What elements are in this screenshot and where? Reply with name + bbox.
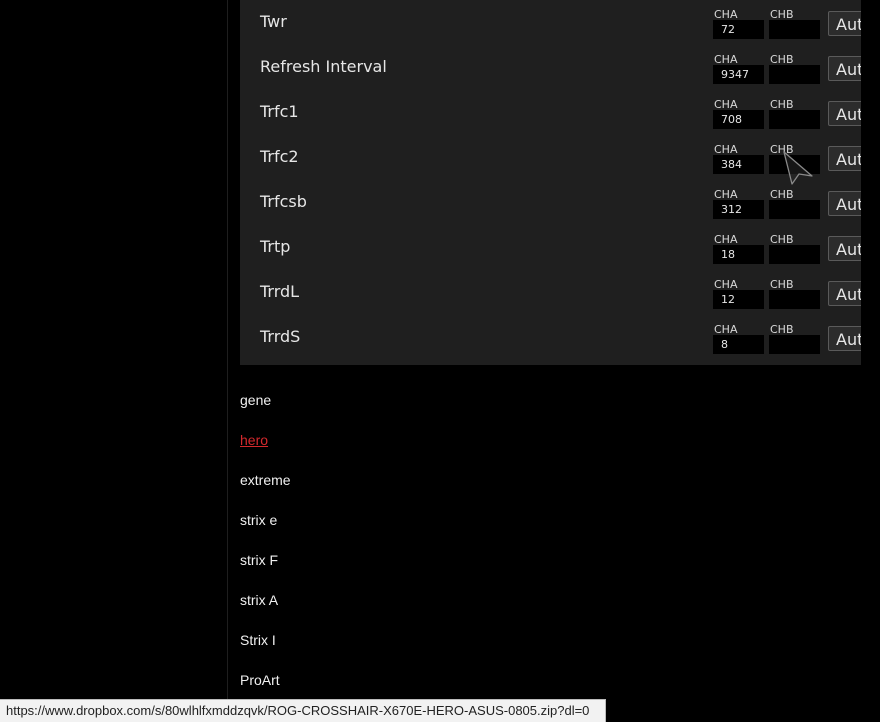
board-link-hero[interactable]: hero — [240, 430, 291, 470]
channel-a-value[interactable]: 312 — [713, 200, 764, 219]
timing-name: Trfcsb — [260, 192, 307, 211]
channel-b-value[interactable] — [769, 200, 820, 219]
auto-button[interactable]: Auto — [828, 191, 861, 216]
board-link-extreme[interactable]: extreme — [240, 470, 291, 510]
timing-name: Refresh Interval — [260, 57, 387, 76]
channel-a-value[interactable]: 384 — [713, 155, 764, 174]
timing-name: Twr — [260, 12, 287, 31]
timing-row-trrds: TrrdS CHA CHB 8 Auto — [240, 315, 861, 360]
channel-b-value[interactable] — [769, 335, 820, 354]
channel-a-value[interactable]: 12 — [713, 290, 764, 309]
timing-name: Trfc1 — [260, 102, 299, 121]
board-link-strix-i[interactable]: Strix I — [240, 630, 291, 670]
auto-button[interactable]: Auto — [828, 326, 861, 351]
mouse-pointer-icon — [783, 151, 813, 185]
board-link-list: gene hero extreme strix e strix F strix … — [240, 390, 291, 710]
timing-name: Trtp — [260, 237, 291, 256]
channel-a-value[interactable]: 72 — [713, 20, 764, 39]
timing-name: TrrdL — [260, 282, 300, 301]
board-link-gene[interactable]: gene — [240, 390, 291, 430]
timing-name: Trfc2 — [260, 147, 299, 166]
auto-button[interactable]: Auto — [828, 236, 861, 261]
channel-b-value[interactable] — [769, 65, 820, 84]
board-link-strix-f[interactable]: strix F — [240, 550, 291, 590]
channel-b-value[interactable] — [769, 245, 820, 264]
channel-b-value[interactable] — [769, 290, 820, 309]
channel-a-value[interactable]: 708 — [713, 110, 764, 129]
channel-b-value[interactable] — [769, 20, 820, 39]
timing-row-refresh-interval: Refresh Interval CHA CHB 9347 Auto — [240, 45, 861, 90]
timing-row-trfcsb: Trfcsb CHA CHB 312 Auto — [240, 180, 861, 225]
channel-b-value[interactable] — [769, 110, 820, 129]
timing-row-trtp: Trtp CHA CHB 18 Auto — [240, 225, 861, 270]
timing-row-trfc1: Trfc1 CHA CHB 708 Auto — [240, 90, 861, 135]
auto-button[interactable]: Auto — [828, 281, 861, 306]
auto-button[interactable]: Auto — [828, 101, 861, 126]
memory-timings-panel: Twr CHA CHB 72 Auto Refresh Interval CHA… — [240, 0, 861, 365]
timing-row-trfc2: Trfc2 CHA CHB 384 Auto — [240, 135, 861, 180]
auto-button[interactable]: Auto — [828, 11, 861, 36]
timing-name: TrrdS — [260, 327, 301, 346]
left-gutter — [0, 0, 228, 722]
page: Twr CHA CHB 72 Auto Refresh Interval CHA… — [0, 0, 880, 722]
timing-row-trrdl: TrrdL CHA CHB 12 Auto — [240, 270, 861, 315]
timing-row-twr: Twr CHA CHB 72 Auto — [240, 0, 861, 45]
channel-a-value[interactable]: 8 — [713, 335, 764, 354]
board-link-strix-a[interactable]: strix A — [240, 590, 291, 630]
auto-button[interactable]: Auto — [828, 146, 861, 171]
channel-a-value[interactable]: 18 — [713, 245, 764, 264]
board-link-strix-e[interactable]: strix e — [240, 510, 291, 550]
channel-a-value[interactable]: 9347 — [713, 65, 764, 84]
link-preview-status-bar: https://www.dropbox.com/s/80wlhlfxmddzqv… — [0, 699, 606, 722]
auto-button[interactable]: Auto — [828, 56, 861, 81]
